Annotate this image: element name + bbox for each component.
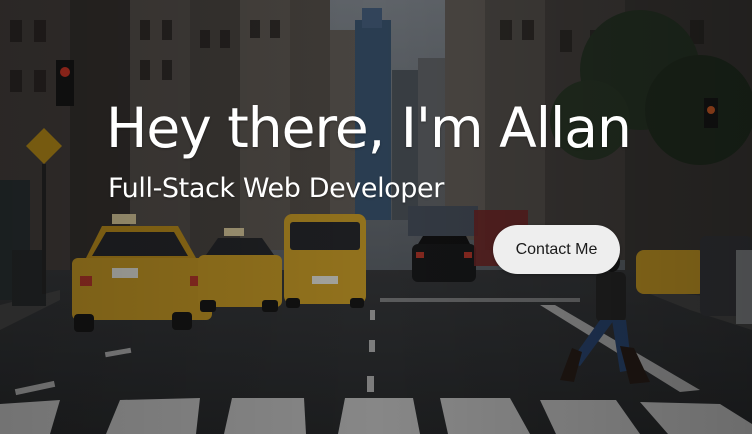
contact-me-button[interactable]: Contact Me <box>493 225 620 274</box>
hero-title: Hey there, I'm Allan <box>106 96 632 160</box>
hero-subtitle: Full-Stack Web Developer <box>108 173 444 204</box>
hero-section: Hey there, I'm Allan Full-Stack Web Deve… <box>0 0 752 434</box>
hero-background-image <box>0 0 752 434</box>
